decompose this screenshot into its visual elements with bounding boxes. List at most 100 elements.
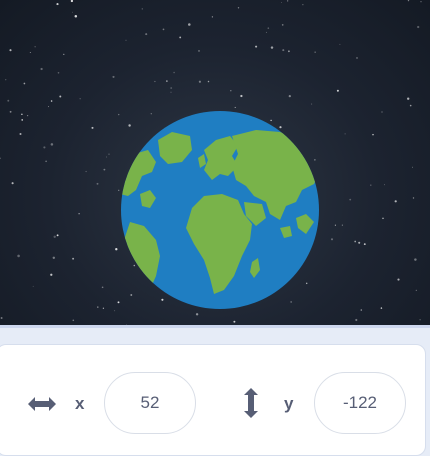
star-dot [50,273,53,276]
star-dot [162,28,165,31]
star-dot [360,309,363,311]
star-dot [311,103,313,105]
star-dot [74,15,78,18]
star-dot [53,235,56,238]
vertical-double-arrow-icon [244,388,258,418]
star-dot [370,184,372,186]
star-dot [420,1,422,3]
star-dot [330,238,334,241]
star-dot [336,89,339,92]
star-dot [173,71,175,74]
star-dot [145,33,148,36]
star-dot [207,80,210,83]
star-dot [230,89,232,92]
star-dot [70,0,74,3]
star-dot [409,104,412,107]
star-dot [397,278,400,281]
star-dot [154,80,156,83]
star-dot [179,36,182,39]
star-dot [50,143,54,146]
star-dot [106,156,108,158]
star-dot [102,307,105,309]
star-dot [282,49,285,52]
star-dot [29,52,31,53]
y-position-input[interactable]: -122 [314,372,406,434]
star-dot [5,79,7,81]
star-dot [34,46,36,48]
star-dot [78,213,80,215]
star-dot [96,182,99,185]
star-dot [267,27,270,29]
star-dot [412,166,414,168]
star-dot [356,57,358,59]
star-dot [270,46,274,49]
star-dot [195,313,199,316]
star-dot [419,319,421,321]
star-dot [0,317,3,319]
star-dot [91,126,94,129]
star-dot [407,0,410,2]
star-dot [255,45,258,48]
star-dot [9,110,12,113]
star-dot [412,197,415,199]
star-dot [198,80,201,83]
star-dot [372,133,374,136]
star-dot [341,224,343,226]
star-dot [50,100,53,102]
star-dot [32,285,34,287]
star-dot [287,0,289,2]
star-dot [9,49,12,52]
star-dot [21,113,23,116]
x-label: x [75,394,85,413]
star-dot [281,24,284,26]
star-dot [85,170,87,173]
star-dot [7,99,10,102]
star-dot [198,50,200,52]
star-dot [339,43,341,45]
star-dot [125,39,127,41]
stage-divider [0,325,430,328]
star-dot [141,8,143,10]
star-dot [265,31,267,33]
star-dot [415,289,417,292]
star-dot [0,157,1,160]
star-dot [240,94,243,98]
star-dot [302,4,304,6]
star-dot [17,254,20,258]
star-dot [344,133,346,135]
star-dot [72,257,75,260]
horizontal-double-arrow-icon [28,397,56,411]
star-dot [79,98,81,100]
star-dot [21,119,24,121]
star-dot [112,75,115,78]
x-position-input[interactable]: 52 [104,372,196,434]
star-dot [52,256,56,260]
star-dot [394,200,397,203]
star-dot [166,80,168,82]
star-dot [45,160,47,163]
star-dot [358,241,361,244]
star-dot [72,319,75,322]
star-dot [349,198,352,201]
star-dot [382,217,384,220]
star-dot [63,53,65,56]
star-dot [288,50,290,53]
star-dot [40,67,43,71]
star-dot [97,306,99,308]
star-dot [170,87,173,89]
earth-sprite[interactable] [120,110,320,310]
star-dot [363,243,366,246]
star-dot [407,97,410,100]
star-dot [48,106,49,108]
stage-canvas[interactable] [0,0,430,325]
star-dot [43,146,46,149]
star-dot [170,91,172,93]
star-dot [115,248,118,251]
star-dot [11,182,14,185]
star-dot [114,310,116,312]
star-dot [56,234,59,237]
star-dot [280,2,282,3]
star-dot [354,240,357,243]
star-dot [108,153,110,155]
star-dot [72,11,73,13]
